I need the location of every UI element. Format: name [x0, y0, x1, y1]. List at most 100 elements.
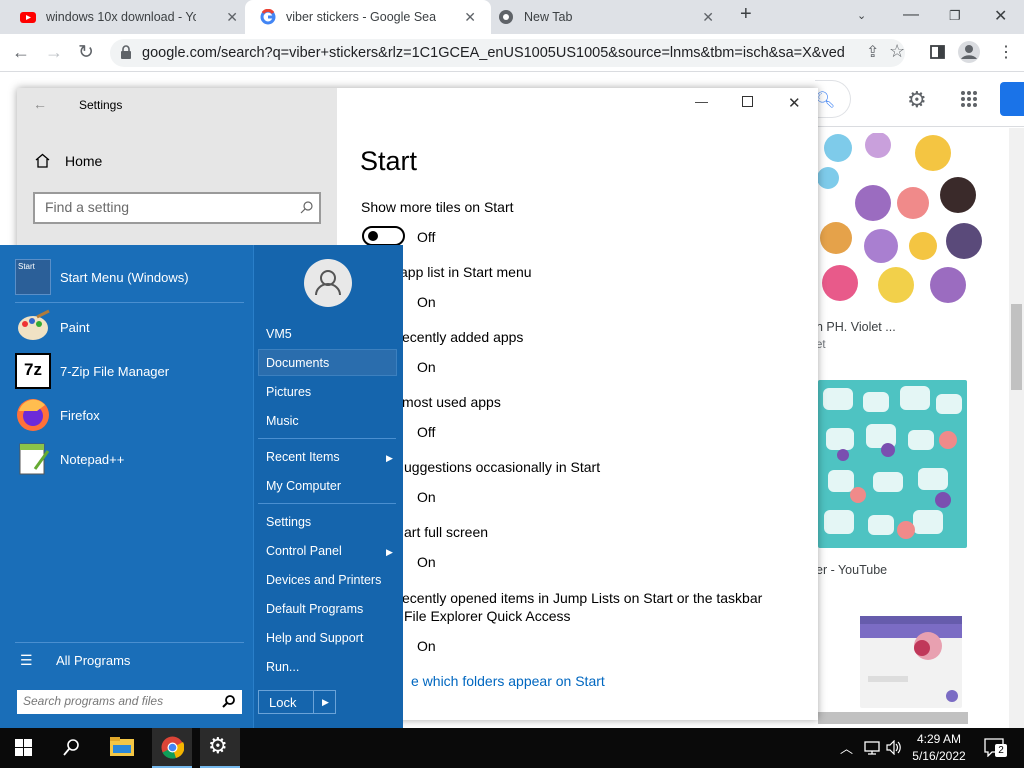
- search-icon[interactable]: [63, 738, 81, 756]
- home-nav-item[interactable]: Home: [65, 153, 102, 169]
- tab-title: windows 10x download - YouTube: [46, 10, 196, 24]
- submenu-arrow-icon: ▶: [386, 547, 393, 557]
- scrollbar-thumb[interactable]: [1011, 304, 1022, 390]
- back-icon[interactable]: ←: [12, 42, 30, 63]
- menu-item-music[interactable]: Music: [266, 414, 299, 428]
- program-notepadpp[interactable]: Notepad++: [15, 437, 245, 481]
- page-scrollbar[interactable]: [1009, 128, 1024, 728]
- sticker-collage-image: [817, 132, 982, 303]
- profile-icon[interactable]: [958, 41, 980, 63]
- close-window-button[interactable]: ✕: [994, 6, 1007, 26]
- toggle-state: Off: [417, 229, 436, 245]
- minimize-button[interactable]: —: [903, 6, 919, 24]
- user-name[interactable]: VM5: [266, 327, 292, 341]
- option-label-line2: File Explorer Quick Access: [404, 608, 571, 624]
- menu-item-devices-printers[interactable]: Devices and Printers: [266, 573, 381, 587]
- url-text[interactable]: google.com/search?q=viber+stickers&rlz=1…: [142, 45, 844, 61]
- menu-dots-icon[interactable]: ⋮: [998, 42, 1014, 62]
- system-clock[interactable]: 4:29 AM 5/16/2022: [900, 731, 978, 765]
- bookmark-star-icon[interactable]: ☆: [889, 41, 905, 62]
- windows-start-icon[interactable]: [15, 739, 32, 756]
- network-icon[interactable]: [864, 741, 880, 755]
- page-heading: Start: [360, 146, 418, 176]
- tab-new-tab[interactable]: New Tab ✕: [498, 0, 720, 34]
- tab-search-icon[interactable]: ⌄: [857, 9, 866, 22]
- choose-folders-link[interactable]: e which folders appear on Start: [411, 673, 605, 689]
- side-panel-icon[interactable]: [930, 45, 945, 59]
- menu-item-pictures[interactable]: Pictures: [266, 385, 311, 399]
- apps-grid-icon[interactable]: [960, 90, 978, 108]
- program-7zip[interactable]: 7z 7-Zip File Manager: [15, 349, 245, 393]
- submenu-arrow-icon: ▶: [386, 453, 393, 463]
- user-avatar[interactable]: [304, 259, 352, 307]
- result-image-violet-stickers[interactable]: [817, 132, 987, 310]
- sign-in-button[interactable]: [1000, 82, 1024, 116]
- chrome-icon: [161, 736, 184, 759]
- option-label: ecently added apps: [402, 329, 524, 345]
- lock-options-arrow[interactable]: ▶: [313, 690, 337, 714]
- reload-icon[interactable]: ↻: [78, 41, 94, 64]
- close-tab-icon[interactable]: ✕: [464, 9, 476, 26]
- program-firefox[interactable]: Firefox: [15, 393, 245, 437]
- close-tab-icon[interactable]: ✕: [226, 9, 238, 26]
- tab-google-search[interactable]: viber stickers - Google Search ✕: [260, 0, 482, 34]
- maximize-button[interactable]: [742, 96, 753, 107]
- tab-youtube[interactable]: windows 10x download - YouTube ✕: [20, 0, 242, 34]
- menu-item-recent-items[interactable]: Recent Items: [266, 450, 340, 464]
- menu-item-my-computer[interactable]: My Computer: [266, 479, 341, 493]
- file-explorer-icon[interactable]: [110, 737, 134, 757]
- search-icon[interactable]: [222, 695, 235, 708]
- start-search-input[interactable]: Search programs and files: [17, 690, 242, 714]
- horizontal-scrollbar-thumb[interactable]: [818, 712, 968, 724]
- menu-item-help-support[interactable]: Help and Support: [266, 631, 363, 645]
- youtube-icon: [20, 12, 36, 23]
- result-caption[interactable]: n PH. Violet ...: [816, 320, 896, 334]
- 7zip-icon: 7z: [15, 353, 51, 389]
- start-menu-icon: Start: [15, 259, 51, 295]
- gear-icon[interactable]: ⚙: [907, 87, 927, 113]
- program-paint[interactable]: Paint: [15, 305, 245, 349]
- menu-item-control-panel[interactable]: Control Panel: [266, 544, 342, 558]
- clock-date: 5/16/2022: [912, 749, 966, 763]
- result-caption[interactable]: er - YouTube: [816, 563, 887, 577]
- toggle-more-tiles[interactable]: [362, 226, 405, 246]
- menu-item-run[interactable]: Run...: [266, 660, 299, 674]
- settings-title: Settings: [79, 98, 123, 112]
- share-icon[interactable]: ⇪: [866, 42, 879, 62]
- all-programs-button[interactable]: All Programs: [56, 653, 130, 668]
- close-tab-icon[interactable]: ✕: [702, 9, 714, 26]
- new-tab-button[interactable]: +: [740, 3, 752, 26]
- tab-title: viber stickers - Google Search: [286, 10, 436, 24]
- separator: [258, 438, 396, 439]
- toggle-state: Off: [417, 424, 436, 440]
- minimize-button[interactable]: —: [695, 94, 708, 109]
- toggle-state: On: [417, 554, 436, 570]
- tab-title: New Tab: [524, 10, 573, 24]
- paint-icon: [18, 309, 50, 340]
- find-setting-input[interactable]: Find a setting: [33, 192, 321, 224]
- toggle-state: On: [417, 359, 436, 375]
- lock-icon[interactable]: [120, 45, 132, 60]
- forward-icon[interactable]: →: [45, 42, 63, 63]
- toggle-state: On: [417, 489, 436, 505]
- result-image-viber-screenshot[interactable]: [860, 616, 962, 708]
- search-icon[interactable]: 🔍︎: [815, 90, 835, 110]
- option-label: ecently opened items in Jump Lists on St…: [402, 590, 763, 606]
- sticker-sheet-image: [823, 386, 962, 539]
- close-button[interactable]: ✕: [788, 94, 801, 112]
- option-label: most used apps: [402, 394, 501, 410]
- result-image-sticker-sheet[interactable]: [818, 380, 967, 548]
- chrome-icon: [499, 10, 513, 24]
- home-icon: [35, 153, 50, 168]
- menu-item-default-programs[interactable]: Default Programs: [266, 602, 363, 616]
- menu-item-documents[interactable]: Documents: [266, 356, 329, 370]
- restore-button[interactable]: ❐: [949, 8, 961, 24]
- menu-item-settings[interactable]: Settings: [266, 515, 311, 529]
- option-label: Show more tiles on Start: [361, 199, 514, 215]
- chevron-up-icon[interactable]: ︿: [840, 738, 853, 757]
- back-arrow-icon[interactable]: ←: [33, 96, 47, 112]
- notepadpp-icon: [19, 443, 50, 475]
- option-label: uggestions occasionally in Start: [404, 459, 601, 475]
- program-start-menu[interactable]: Start Start Menu (Windows): [15, 255, 245, 299]
- search-icon[interactable]: [300, 201, 313, 214]
